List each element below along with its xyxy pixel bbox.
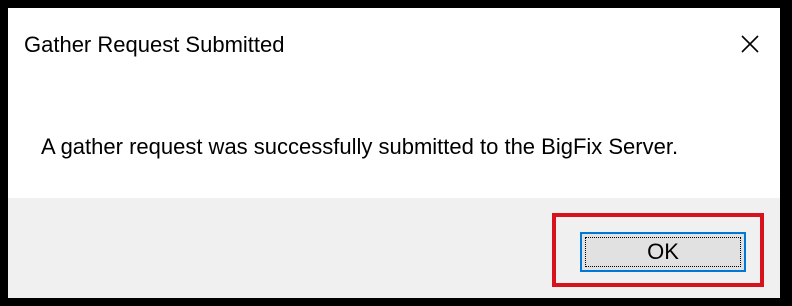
window-frame: Gather Request Submitted A gather reques… bbox=[0, 0, 792, 306]
close-icon bbox=[741, 35, 759, 53]
close-button[interactable] bbox=[726, 24, 774, 64]
dialog-title: Gather Request Submitted bbox=[24, 32, 285, 57]
dialog-window: Gather Request Submitted A gather reques… bbox=[8, 8, 780, 298]
dialog-message: A gather request was successfully submit… bbox=[41, 134, 679, 159]
title-bar[interactable]: Gather Request Submitted bbox=[8, 8, 780, 78]
ok-button[interactable]: OK bbox=[580, 232, 746, 272]
dialog-content: A gather request was successfully submit… bbox=[8, 78, 780, 198]
dialog-footer: OK bbox=[8, 198, 780, 298]
ok-button-label: OK bbox=[647, 239, 679, 264]
